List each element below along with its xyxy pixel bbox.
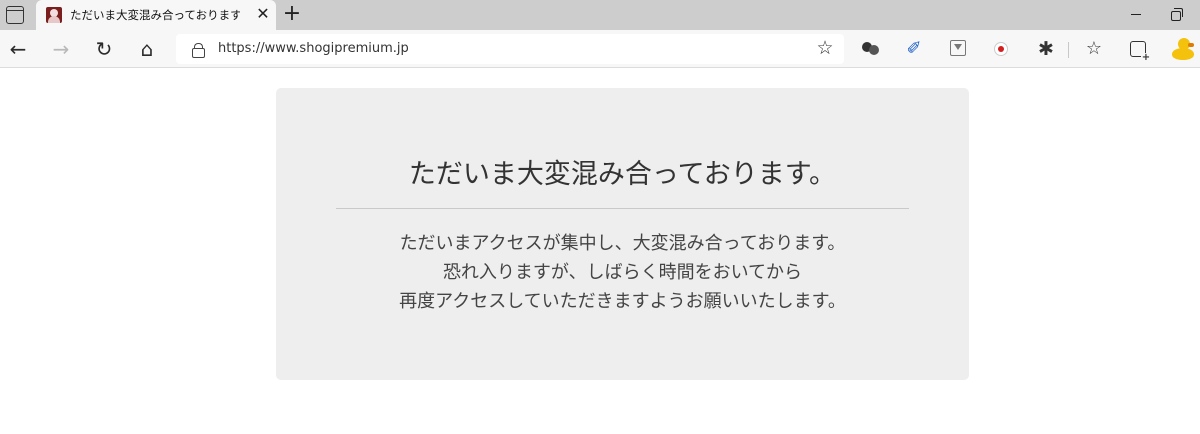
extensions-puzzle-icon[interactable]: ✱ [1036,39,1056,59]
extension-record-icon[interactable] [994,42,1008,56]
active-tab[interactable]: ただいま大変混み合っております。 ✕ [36,0,276,30]
url-text[interactable]: https://www.shogipremium.jp [218,41,409,56]
extension-dots-icon[interactable] [862,39,882,59]
busy-notice-panel: ただいま大変混み合っております。 ただいまアクセスが集中し、大変混み合っておりま… [276,88,969,380]
favicon [46,7,62,23]
refresh-icon[interactable]: ↻ [92,38,116,60]
toolbar-divider [1068,42,1069,58]
favorites-icon[interactable]: ☆ [1084,39,1104,59]
tab-strip: ただいま大変混み合っております。 ✕ + [0,0,1200,30]
collections-icon[interactable] [1130,41,1151,63]
add-favorite-star-icon[interactable]: ☆ [814,37,836,59]
lock-icon[interactable] [192,43,205,58]
extension-feather-icon[interactable]: ✐ [904,39,924,59]
minimize-icon[interactable] [1131,14,1141,15]
message-line: 恐れ入りますが、しばらく時間をおいてから [442,262,803,283]
home-icon[interactable]: ⌂ [135,38,159,60]
page-title: ただいま大変混み合っております。 [408,159,837,190]
browser-toolbar: ← → ↻ ⌂ https://www.shogipremium.jp ☆ ✐ … [0,30,1200,68]
duck-beak [1188,43,1194,47]
profile-duck-icon[interactable] [1170,36,1196,62]
tab-actions-icon[interactable] [6,6,24,24]
address-bar[interactable]: https://www.shogipremium.jp ☆ [176,34,844,64]
message-line: ただいまアクセスが集中し、大変混み合っております。 [399,233,846,254]
restore-icon[interactable] [1170,8,1183,21]
back-arrow-icon[interactable]: ← [6,38,30,60]
tab-title[interactable]: ただいま大変混み合っております。 [70,7,240,23]
message-line: 再度アクセスしていただきますようお願いいたします。 [399,291,846,312]
plus-icon[interactable]: + [280,2,304,26]
close-icon[interactable]: ✕ [254,5,272,23]
notice-message: ただいまアクセスが集中し、大変混み合っております。 恐れ入りますが、しばらく時間… [276,229,969,316]
divider [336,208,909,209]
forward-arrow-icon[interactable]: → [49,38,73,60]
extension-download-icon[interactable] [950,40,966,56]
